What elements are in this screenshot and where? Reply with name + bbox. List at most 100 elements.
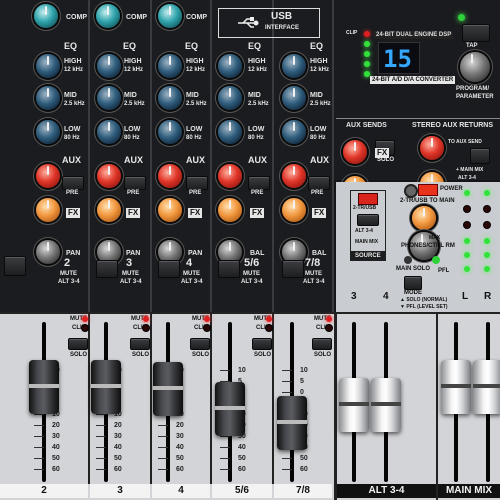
fader-scale-tick — [282, 458, 292, 459]
mid-freq: 2.5 kHz — [186, 101, 207, 107]
main-mix-label: + MAIN MIX — [456, 167, 484, 173]
solo-button-1[interactable] — [68, 338, 88, 350]
eq-mid-knob-5[interactable] — [282, 86, 306, 110]
pre-button-2[interactable] — [124, 176, 146, 190]
fader-scale-tick — [158, 425, 168, 426]
solo-button-5[interactable] — [312, 338, 332, 350]
aux1-knob-4[interactable] — [218, 164, 242, 188]
fader-scale-label: 0 — [300, 389, 304, 396]
channel-label: 7/8 — [274, 484, 332, 498]
fader-ch-1[interactable] — [29, 360, 59, 414]
mute-button-5[interactable] — [282, 260, 304, 278]
eq-high-knob-3[interactable] — [158, 54, 182, 78]
eq-mid-knob-2[interactable] — [97, 86, 121, 110]
return-aux-knob[interactable] — [420, 136, 444, 160]
solo-normal-label: ▲ SOLO (NORMAL) — [400, 297, 448, 303]
fx-knob-5[interactable] — [282, 198, 306, 222]
eq-high-knob-1[interactable] — [36, 54, 60, 78]
pre-button-4[interactable] — [248, 176, 270, 190]
eq-low-knob-5[interactable] — [282, 120, 306, 144]
fader-main-r[interactable] — [473, 360, 500, 414]
fx-label: FX — [312, 208, 327, 218]
fx-knob-4[interactable] — [218, 198, 242, 222]
fader-scale-label: 40 — [114, 444, 122, 451]
fader-scale-label: 60 — [176, 466, 184, 473]
low-label: LOW — [248, 126, 265, 133]
eq-label: EQ — [64, 41, 78, 51]
aux-send-knob[interactable] — [343, 140, 367, 164]
fader-ch-56[interactable] — [215, 382, 245, 436]
mute-button-4[interactable] — [218, 260, 240, 278]
aux1-knob-3[interactable] — [158, 164, 182, 188]
pan-label: PAN — [188, 250, 203, 257]
pan-knob-1[interactable] — [36, 240, 60, 264]
mid-label: MID — [124, 92, 137, 99]
fader-scale-tick — [282, 381, 292, 382]
mute-button-3[interactable] — [158, 260, 180, 278]
fader-scale-label: 10 — [238, 367, 246, 374]
col3-label: 3 — [351, 291, 357, 302]
pan-label: PAN — [66, 250, 81, 257]
comp-knob-1[interactable] — [34, 4, 58, 28]
fx-knob-1[interactable] — [36, 198, 60, 222]
aux-label: AUX — [186, 155, 206, 165]
fader-scale-tick — [96, 436, 106, 437]
fx-label: FX — [66, 208, 81, 218]
fader-ch-3[interactable] — [153, 362, 183, 416]
aux1-knob-2[interactable] — [97, 164, 121, 188]
meter-led — [364, 41, 370, 47]
fader-ch-78[interactable] — [277, 396, 307, 450]
tap-button[interactable] — [462, 24, 490, 42]
fader-ch-2[interactable] — [91, 360, 121, 414]
solo-button-3[interactable] — [190, 338, 210, 350]
clip-meter-label: CLIP — [346, 30, 358, 36]
pre-button-1[interactable] — [62, 176, 84, 190]
main-solo-indicator — [404, 256, 412, 264]
fader-alt-3[interactable] — [339, 378, 369, 432]
mid-label: MID — [310, 92, 323, 99]
eq-mid-knob-1[interactable] — [36, 86, 60, 110]
divider — [334, 312, 337, 500]
pre-button-3[interactable] — [186, 176, 208, 190]
mute-label: MUTE — [305, 271, 322, 277]
source-usb-button[interactable] — [357, 214, 379, 226]
meter-led — [464, 222, 470, 228]
mute-button-2[interactable] — [96, 260, 118, 278]
tr-usb-knob[interactable] — [412, 206, 436, 230]
fx-knob-2[interactable] — [97, 198, 121, 222]
eq-low-knob-2[interactable] — [97, 120, 121, 144]
eq-low-knob-3[interactable] — [158, 120, 182, 144]
bal-label: BAL — [250, 250, 265, 257]
fx-knob-3[interactable] — [158, 198, 182, 222]
comp-knob-3[interactable] — [158, 4, 182, 28]
pre-button-5[interactable] — [308, 176, 330, 190]
comp-knob-2[interactable] — [96, 4, 120, 28]
fader-alt-4[interactable] — [371, 378, 401, 432]
aux1-knob-1[interactable] — [36, 164, 60, 188]
program-knob[interactable] — [460, 52, 490, 82]
eq-mid-knob-4[interactable] — [218, 86, 242, 110]
aux1-knob-5[interactable] — [282, 164, 306, 188]
alt34-label: ALT 3-4 — [58, 279, 80, 285]
mute-led — [143, 316, 149, 322]
low-freq: 80 Hz — [64, 135, 80, 141]
eq-low-knob-1[interactable] — [36, 120, 60, 144]
return-button[interactable] — [470, 148, 490, 164]
alt34b-label: ALT 3-4 — [458, 175, 476, 181]
mute-button-1[interactable] — [4, 256, 26, 276]
pfl-level-label: ▼ PFL (LEVEL SET) — [400, 304, 448, 310]
eq-high-knob-2[interactable] — [97, 54, 121, 78]
low-label: LOW — [124, 126, 141, 133]
eq-high-knob-4[interactable] — [218, 54, 242, 78]
eq-high-knob-5[interactable] — [282, 54, 306, 78]
program-number: 15 — [383, 45, 412, 73]
divider — [210, 0, 212, 312]
solo-button-4[interactable] — [252, 338, 272, 350]
mode-button[interactable] — [404, 276, 422, 290]
fader-main-l[interactable] — [441, 360, 471, 414]
eq-mid-knob-3[interactable] — [158, 86, 182, 110]
eq-low-knob-4[interactable] — [218, 120, 242, 144]
mute-led — [266, 316, 272, 322]
mute-label: MUTE — [60, 271, 77, 277]
solo-button-2[interactable] — [130, 338, 150, 350]
